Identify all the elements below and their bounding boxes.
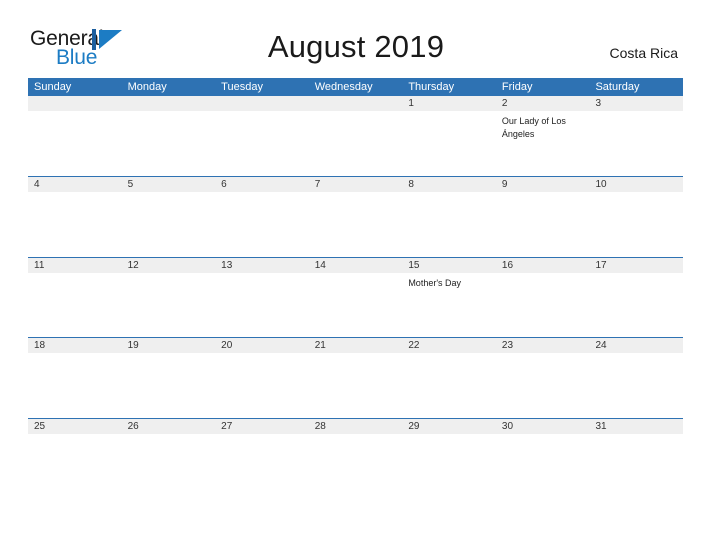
calendar-weeks: 1 2 3 Our Lady of Los Ángeles 4 5 6 7 8 9 10 11 12 13… <box>28 96 683 498</box>
calendar-day-number[interactable]: 25 <box>28 419 122 434</box>
calendar-event-empty <box>496 353 590 417</box>
calendar-day-number[interactable]: 17 <box>589 258 683 273</box>
calendar-event-empty <box>402 353 496 417</box>
calendar-event-empty <box>28 192 122 256</box>
calendar-event-empty <box>309 434 403 498</box>
calendar-event-empty <box>496 192 590 256</box>
calendar-day-number[interactable]: 26 <box>122 419 216 434</box>
calendar-day-number[interactable]: 19 <box>122 338 216 353</box>
calendar-day-number[interactable]: 6 <box>215 177 309 192</box>
calendar-day-empty <box>215 96 309 111</box>
calendar-event-empty <box>122 353 216 417</box>
calendar-day-empty <box>28 96 122 111</box>
calendar-day-number[interactable]: 30 <box>496 419 590 434</box>
weekday-header-monday: Monday <box>127 81 167 93</box>
calendar-event-empty <box>309 353 403 417</box>
page-title: August 2019 <box>267 29 445 64</box>
calendar-day-number[interactable]: 7 <box>309 177 403 192</box>
calendar-day-number[interactable]: 9 <box>496 177 590 192</box>
calendar-event-empty <box>122 192 216 256</box>
calendar-day-empty <box>122 96 216 111</box>
weekday-header-sunday: Sunday <box>34 81 72 93</box>
calendar-day-number[interactable]: 12 <box>122 258 216 273</box>
calendar-event-empty <box>215 192 309 256</box>
calendar-event-empty <box>496 434 590 498</box>
calendar-day-number[interactable]: 11 <box>28 258 122 273</box>
calendar-day-number[interactable]: 20 <box>215 338 309 353</box>
calendar-event-empty <box>215 273 309 337</box>
calendar-event-empty <box>122 434 216 498</box>
calendar-region-label: Costa Rica <box>609 45 678 61</box>
weekday-header-thursday: Thursday <box>408 81 455 93</box>
calendar-event-band <box>28 353 683 417</box>
calendar-event-empty <box>28 111 122 175</box>
calendar-event-band: Mother's Day <box>28 273 683 337</box>
calendar-event-label: Our Lady of Los Ángeles <box>501 116 566 139</box>
weekday-header-tuesday: Tuesday <box>221 81 263 93</box>
calendar-weekday-header: Sunday Monday Tuesday Wednesday Thursday Frid… <box>28 78 683 96</box>
calendar-event-empty <box>496 273 590 337</box>
calendar-event-empty <box>402 111 496 175</box>
calendar-date-band: 25 26 27 28 29 30 31 <box>28 418 683 434</box>
calendar-date-band: 18 19 20 21 22 23 24 <box>28 338 683 354</box>
calendar-day-number[interactable]: 8 <box>402 177 496 192</box>
calendar-day-number[interactable]: 1 <box>402 96 496 111</box>
weekday-header-friday: Friday <box>501 81 533 93</box>
calendar-day-number[interactable]: 21 <box>309 338 403 353</box>
calendar-grid: Sunday Monday Tuesday Wednesday Thursday Frid… <box>28 78 683 498</box>
calendar-event-empty <box>589 273 683 337</box>
calendar-event-empty <box>589 353 683 417</box>
calendar-event-empty <box>402 192 496 256</box>
page-header: General Blue August 2019 Costa Rica <box>0 0 712 78</box>
calendar-day-number[interactable]: 29 <box>402 419 496 434</box>
calendar-day-number[interactable]: 16 <box>496 258 590 273</box>
calendar-event-band <box>28 192 683 256</box>
calendar-event-empty <box>309 111 403 175</box>
calendar-day-number[interactable]: 13 <box>215 258 309 273</box>
calendar-date-band: 123 <box>28 96 683 111</box>
calendar-event-empty <box>122 273 216 337</box>
calendar-week-row: 1 2 3 Our Lady of Los Ángeles <box>28 96 683 176</box>
calendar-event-empty <box>28 353 122 417</box>
calendar-date-band: 11 12 13 14 15 16 17 <box>28 257 683 273</box>
calendar-event-empty <box>589 434 683 498</box>
calendar-event-band: Our Lady of Los Ángeles <box>28 111 683 175</box>
calendar-event-empty <box>589 111 683 175</box>
calendar-day-empty <box>309 96 403 111</box>
calendar-day-number[interactable]: 31 <box>589 419 683 434</box>
calendar-week-row: 11 12 13 14 15 16 17 Mother's Day <box>28 256 683 337</box>
calendar-day-number[interactable]: 10 <box>589 177 683 192</box>
calendar-event-empty <box>28 273 122 337</box>
weekday-header-saturday: Saturday <box>595 81 640 93</box>
calendar-day-number[interactable]: 5 <box>122 177 216 192</box>
calendar-event-empty <box>215 353 309 417</box>
calendar-event-empty <box>309 192 403 256</box>
calendar-event-empty <box>402 434 496 498</box>
calendar-event-empty <box>122 111 216 175</box>
calendar-day-number[interactable]: 28 <box>309 419 403 434</box>
calendar-week-row: 25 26 27 28 29 30 31 <box>28 417 683 498</box>
weekday-header-wednesday: Wednesday <box>314 81 373 93</box>
calendar-event-empty <box>215 434 309 498</box>
calendar-day-number[interactable]: 14 <box>309 258 403 273</box>
calendar-event-empty <box>589 192 683 256</box>
calendar-event-empty <box>215 111 309 175</box>
calendar-event-band <box>28 434 683 498</box>
calendar-date-band: 4 5 6 7 8 9 10 <box>28 177 683 193</box>
calendar-day-number[interactable]: 2 <box>496 96 590 111</box>
calendar-day-number[interactable]: 27 <box>215 419 309 434</box>
calendar-week-row: 18 19 20 21 22 23 24 <box>28 337 683 417</box>
calendar-day-number[interactable]: 15 <box>402 258 496 273</box>
calendar-day-number[interactable]: 24 <box>589 338 683 353</box>
calendar-week-row: 4 5 6 7 8 9 10 <box>28 176 683 256</box>
calendar-day-number[interactable]: 22 <box>402 338 496 353</box>
calendar-day-number[interactable]: 23 <box>496 338 590 353</box>
calendar-event-label: Mother's Day <box>408 277 462 288</box>
calendar-event-empty <box>309 273 403 337</box>
calendar-day-number[interactable]: 18 <box>28 338 122 353</box>
calendar-day-number[interactable]: 3 <box>589 96 683 111</box>
calendar-day-number[interactable]: 4 <box>28 177 122 192</box>
calendar-event-empty <box>28 434 122 498</box>
